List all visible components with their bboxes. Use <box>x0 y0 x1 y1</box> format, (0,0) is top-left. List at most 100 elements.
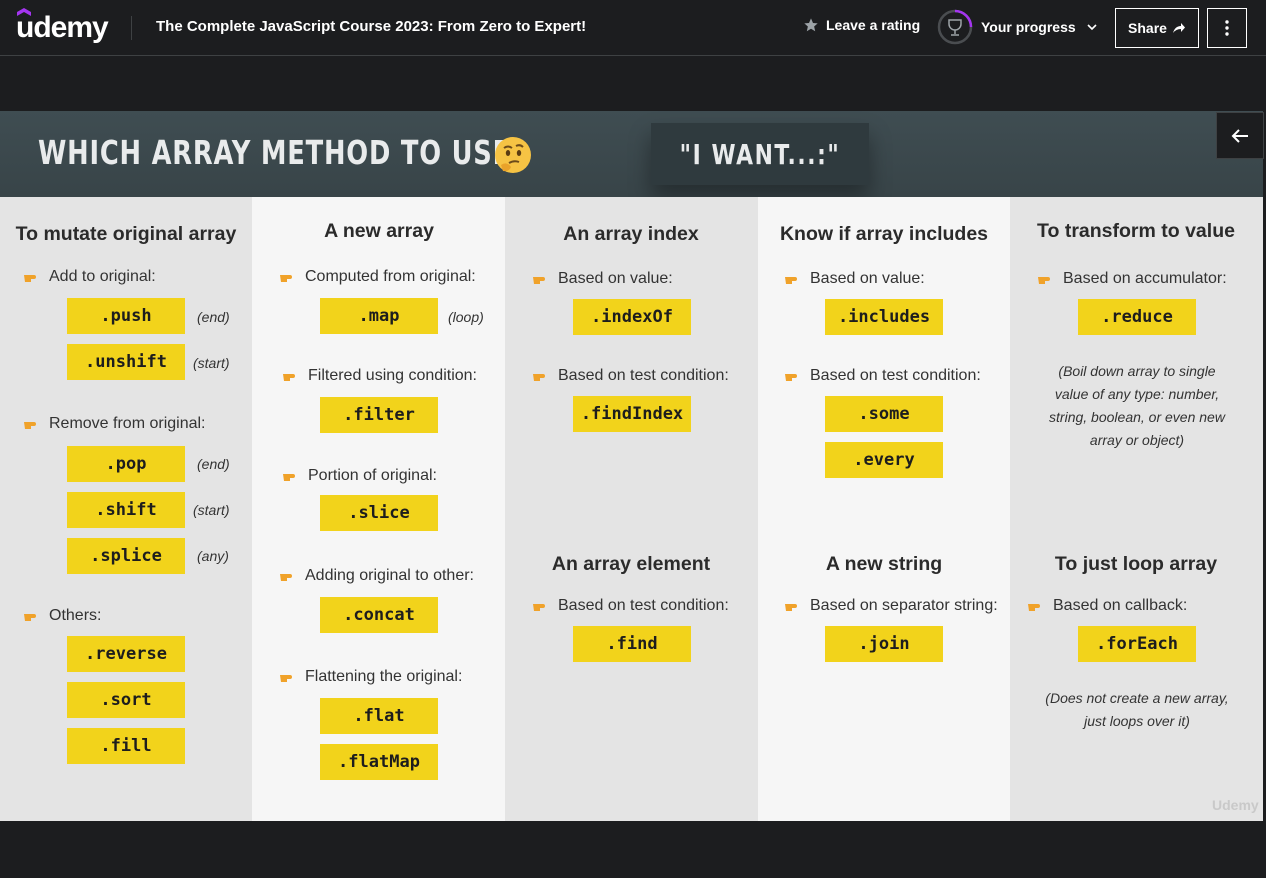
method-map: .map <box>320 298 438 334</box>
udemy-logo[interactable]: udemy <box>16 8 109 46</box>
pointing-hand-icon <box>533 374 545 381</box>
index-test-label: Based on test condition: <box>558 367 729 384</box>
course-title[interactable]: The Complete JavaScript Course 2023: Fro… <box>156 18 586 35</box>
method-push: .push <box>67 298 185 334</box>
mutate-title: To mutate original array <box>15 223 237 245</box>
i-want-text: "I WANT...:" <box>679 137 841 171</box>
method-some: .some <box>825 396 943 432</box>
kebab-menu-icon <box>1225 20 1229 36</box>
pointing-hand-icon <box>280 675 292 682</box>
method-every: .every <box>825 442 943 478</box>
pointing-hand-icon <box>785 604 797 611</box>
i-want-label: "I WANT...:" <box>651 123 869 185</box>
thinking-face-icon <box>495 137 531 173</box>
reduce-note: (Boil down array to single value of any … <box>1049 363 1225 448</box>
leave-rating-button[interactable]: Leave a rating <box>803 17 920 33</box>
arrow-left-icon <box>1231 128 1248 143</box>
push-note: (end) <box>197 309 230 325</box>
lecture-slide: WHICH ARRAY METHOD TO USE? "I WANT...:" … <box>0 111 1263 821</box>
logo-text: udemy <box>16 11 109 44</box>
index-title: An array index <box>563 223 699 245</box>
chevron-down-icon <box>1087 24 1097 31</box>
method-indexof: .indexOf <box>573 299 691 335</box>
method-find: .find <box>573 626 691 662</box>
pointing-hand-icon <box>1028 604 1040 611</box>
splice-note: (any) <box>197 548 229 564</box>
logo-hat-icon <box>17 8 31 16</box>
pointing-hand-icon <box>785 277 797 284</box>
index-value-label: Based on value: <box>558 270 673 287</box>
includes-title: Know if array includes <box>779 223 989 245</box>
pointing-hand-icon <box>785 374 797 381</box>
pointing-hand-icon <box>24 422 36 429</box>
share-label: Share <box>1128 20 1167 36</box>
portion-label: Portion of original: <box>308 467 437 484</box>
method-foreach: .forEach <box>1078 626 1196 662</box>
remove-label: Remove from original: <box>49 415 206 432</box>
pointing-hand-icon <box>283 374 295 381</box>
accumulator-label: Based on accumulator: <box>1063 270 1227 287</box>
slide-heading: WHICH ARRAY METHOD TO USE? <box>38 133 527 172</box>
method-includes: .includes <box>825 299 943 335</box>
unshift-note: (start) <box>193 355 230 371</box>
pointing-hand-icon <box>533 604 545 611</box>
method-shift: .shift <box>67 492 185 528</box>
method-unshift: .unshift <box>67 344 185 380</box>
header-divider <box>131 16 132 40</box>
pointing-hand-icon <box>533 277 545 284</box>
method-join: .join <box>825 626 943 662</box>
pointing-hand-icon <box>280 275 292 282</box>
pointing-hand-icon <box>24 614 36 621</box>
pointing-hand-icon <box>280 574 292 581</box>
callback-label: Based on callback: <box>1053 597 1188 614</box>
method-slice: .slice <box>320 495 438 531</box>
adding-label: Adding original to other: <box>305 567 474 584</box>
pop-note: (end) <box>197 456 230 472</box>
pointing-hand-icon <box>24 275 36 282</box>
top-header: udemy The Complete JavaScript Course 202… <box>0 0 1266 56</box>
pointing-hand-icon <box>1038 277 1050 284</box>
your-progress-button[interactable]: Your progress <box>937 9 1098 45</box>
method-flatmap: .flatMap <box>320 744 438 780</box>
method-sort: .sort <box>67 682 185 718</box>
method-flat: .flat <box>320 698 438 734</box>
column-index <box>505 197 758 821</box>
new-array-title: A new array <box>324 220 434 242</box>
method-filter: .filter <box>320 397 438 433</box>
method-reduce: .reduce <box>1078 299 1196 335</box>
share-arrow-icon <box>1172 23 1185 33</box>
progress-label: Your progress <box>981 19 1076 35</box>
add-label: Add to original: <box>49 268 156 285</box>
more-options-button[interactable] <box>1207 8 1247 48</box>
shift-note: (start) <box>193 502 230 518</box>
string-title: A new string <box>825 553 943 575</box>
star-icon <box>804 18 818 32</box>
element-test-label: Based on test condition: <box>558 597 729 614</box>
method-pop: .pop <box>67 446 185 482</box>
filtered-label: Filtered using condition: <box>308 367 477 384</box>
includes-test-label: Based on test condition: <box>810 367 981 384</box>
computed-label: Computed from original: <box>305 268 476 285</box>
udemy-watermark: Udemy <box>1212 797 1259 813</box>
method-splice: .splice <box>67 538 185 574</box>
foreach-note: (Does not create a new array, just loops… <box>1045 690 1229 729</box>
separator-label: Based on separator string: <box>810 597 998 614</box>
flatten-label: Flattening the original: <box>305 668 463 685</box>
map-note: (loop) <box>448 309 484 325</box>
share-button[interactable]: Share <box>1115 8 1199 48</box>
transform-title: To transform to value <box>1037 220 1235 242</box>
rating-label: Leave a rating <box>826 17 921 33</box>
slide-banner: WHICH ARRAY METHOD TO USE? "I WANT...:" <box>0 111 1263 197</box>
progress-trophy-icon <box>937 9 973 45</box>
includes-value-label: Based on value: <box>810 270 925 287</box>
method-findindex: .findIndex <box>573 396 691 432</box>
column-includes <box>758 197 1010 821</box>
method-fill: .fill <box>67 728 185 764</box>
loop-title: To just loop array <box>1054 553 1218 575</box>
sidebar-toggle-button[interactable] <box>1216 112 1264 159</box>
pointing-hand-icon <box>283 474 295 481</box>
element-title: An array element <box>551 553 711 575</box>
others-label: Others: <box>49 607 102 624</box>
method-concat: .concat <box>320 597 438 633</box>
method-reverse: .reverse <box>67 636 185 672</box>
